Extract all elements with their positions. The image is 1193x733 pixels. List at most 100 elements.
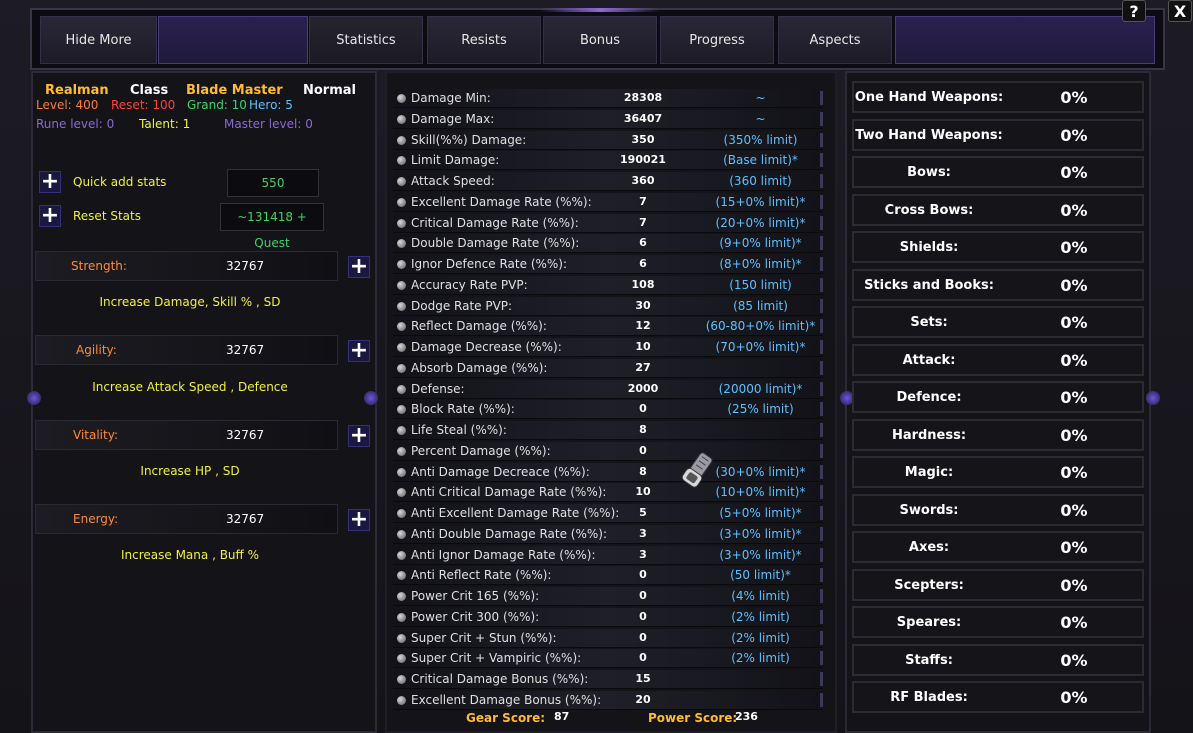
strength-plus-button[interactable]: + bbox=[348, 256, 370, 278]
weapon-bonus-row: Shields: 0% bbox=[852, 231, 1144, 263]
strength-description: Increase Damage, Skill % , SD bbox=[99, 295, 281, 309]
stat-detail-value: 6 bbox=[639, 236, 647, 250]
stat-detail-row: Super Crit + Stun (%%): 0 (2% limit) bbox=[393, 628, 823, 648]
stat-detail-value: 108 bbox=[631, 277, 655, 291]
row-edge bbox=[820, 443, 823, 458]
character-name: Realman bbox=[45, 83, 109, 98]
stat-detail-row: Anti Double Damage Rate (%%): 3 (3+0% limi… bbox=[393, 524, 823, 544]
stat-detail-label: Excellent Damage Bonus (%%): bbox=[411, 692, 602, 707]
bullet-icon bbox=[397, 363, 406, 373]
stat-detail-value: 2000 bbox=[627, 381, 659, 395]
weapon-bonus-value: 0% bbox=[1060, 313, 1088, 332]
weapon-bonus-value: 0% bbox=[1060, 125, 1088, 145]
class-label: Class bbox=[130, 83, 169, 98]
tab-aspects[interactable]: Aspects bbox=[778, 16, 892, 64]
weapon-bonus-row: Hardness: 0% bbox=[852, 418, 1144, 451]
stat-detail-row: Percent Damage (%%): 0 bbox=[393, 441, 823, 461]
row-edge bbox=[820, 91, 823, 105]
stat-detail-row: Anti Reflect Rate (%%): 0 (50 limit)* bbox=[393, 566, 823, 586]
weapon-bonus-row: Sticks and Books: 0% bbox=[852, 268, 1144, 301]
vitality-plus-button[interactable]: + bbox=[348, 425, 370, 447]
bullet-icon bbox=[397, 675, 406, 684]
tab-progress[interactable]: Progress bbox=[660, 16, 774, 64]
stat-detail-limit: (70+0% limit)* bbox=[715, 340, 806, 354]
stat-detail-row: Reflect Damage (%%): 12 (60-80+0% limit)* bbox=[393, 317, 823, 337]
weapon-bonus-label: Scepters: bbox=[894, 577, 964, 593]
stat-detail-limit: (25% limit) bbox=[727, 402, 794, 417]
stat-detail-label: Absorb Damage (%%): bbox=[411, 360, 548, 375]
bullet-icon bbox=[397, 260, 406, 269]
stat-detail-limit: (5+0% limit)* bbox=[719, 506, 802, 520]
help-button[interactable]: ? bbox=[1122, 0, 1146, 22]
stat-detail-limit: (150 limit) bbox=[729, 277, 792, 292]
weapon-bonus-label: Magic: bbox=[904, 465, 954, 480]
stat-detail-label: Anti Damage Decreace (%%): bbox=[411, 464, 590, 479]
bullet-icon bbox=[397, 488, 406, 498]
bullet-icon bbox=[397, 467, 406, 477]
tab-resists[interactable]: Resists bbox=[427, 16, 541, 64]
tab-spacer bbox=[895, 16, 1155, 64]
stat-detail-row: Block Rate (%%): 0 (25% limit) bbox=[393, 400, 823, 420]
row-edge bbox=[820, 402, 823, 417]
stat-detail-limit: (15+0% limit)* bbox=[715, 194, 806, 209]
tab-statistics[interactable]: Statistics bbox=[309, 16, 423, 64]
close-button[interactable]: X bbox=[1168, 0, 1192, 22]
quick-add-plus-button[interactable]: + bbox=[39, 171, 61, 193]
energy-description: Increase Mana , Buff % bbox=[120, 548, 260, 562]
reset-stats-plus-button[interactable]: + bbox=[39, 205, 61, 227]
weapon-bonus-label: Shields: bbox=[899, 240, 959, 255]
bullet-icon bbox=[397, 197, 406, 207]
row-edge bbox=[820, 464, 823, 479]
stat-detail-limit: (50 limit)* bbox=[730, 568, 791, 583]
tab-bonus[interactable]: Bonus bbox=[543, 16, 657, 64]
stat-detail-value: 0 bbox=[639, 402, 647, 416]
row-edge bbox=[820, 111, 823, 126]
quick-add-input[interactable]: 550 bbox=[227, 169, 319, 197]
stat-detail-limit: (8+0% limit)* bbox=[719, 257, 802, 271]
stat-detail-label: Block Rate (%%): bbox=[411, 402, 515, 417]
stat-detail-value: 20 bbox=[635, 692, 651, 706]
energy-bar: Energy: 32767 bbox=[35, 504, 338, 534]
weapon-bonus-value: 0% bbox=[1060, 613, 1088, 632]
stat-detail-label: Attack Speed: bbox=[411, 174, 495, 188]
power-score-value: 236 bbox=[735, 710, 758, 723]
stat-detail-label: Anti Ignor Damage Rate (%%): bbox=[411, 547, 596, 562]
grand-text: Grand: 10 bbox=[187, 98, 247, 112]
stat-detail-value: 190021 bbox=[620, 153, 666, 167]
stat-detail-value: 0 bbox=[639, 568, 647, 582]
stat-detail-label: Damage Max: bbox=[411, 111, 495, 126]
stat-detail-value: 0 bbox=[639, 589, 647, 602]
stat-detail-value: 28308 bbox=[623, 91, 663, 104]
energy-label: Energy: bbox=[73, 512, 119, 526]
gear-score-value: 87 bbox=[554, 710, 570, 723]
stat-detail-label: Damage Min: bbox=[411, 91, 491, 105]
stat-detail-row: Anti Excellent Damage Rate (%%): 5 (5+0% l… bbox=[393, 504, 823, 523]
weapon-bonus-label: Staffs: bbox=[905, 652, 953, 668]
character-panel bbox=[31, 71, 377, 733]
stat-detail-label: Double Damage Rate (%%): bbox=[411, 236, 580, 251]
hide-more-button[interactable]: Hide More bbox=[40, 16, 157, 64]
bullet-icon bbox=[397, 156, 406, 166]
vitality-bar: Vitality: 32767 bbox=[35, 420, 338, 450]
quick-add-label: Quick add stats bbox=[73, 175, 167, 189]
stat-detail-row: Power Crit 165 (%%): 0 (4% limit) bbox=[393, 587, 823, 606]
stat-detail-row: Ignor Defence Rate (%%): 6 (8+0% limit)* bbox=[393, 255, 823, 274]
bullet-icon bbox=[397, 446, 406, 456]
agility-label: Agility: bbox=[76, 343, 117, 357]
energy-plus-button[interactable]: + bbox=[348, 509, 370, 531]
weapon-bonus-row: Scepters: 0% bbox=[852, 568, 1144, 601]
agility-plus-button[interactable]: + bbox=[348, 340, 370, 362]
vitality-label: Vitality: bbox=[73, 428, 118, 442]
stat-detail-value: 10 bbox=[635, 340, 651, 353]
stat-detail-value: 0 bbox=[639, 630, 647, 644]
stat-detail-limit: (3+0% limit)* bbox=[719, 547, 802, 562]
weapon-bonus-label: Defence: bbox=[896, 390, 962, 405]
stat-detail-value: 36407 bbox=[623, 111, 663, 125]
row-edge bbox=[820, 277, 823, 292]
stat-detail-limit: (2% limit) bbox=[731, 630, 790, 645]
weapon-bonus-label: Two Hand Weapons: bbox=[855, 127, 1003, 143]
stat-detail-value: 5 bbox=[639, 506, 647, 519]
stat-detail-value: 360 bbox=[631, 174, 655, 187]
stat-detail-label: Accuracy Rate PVP: bbox=[411, 277, 528, 292]
stat-detail-limit: ~ bbox=[755, 91, 766, 105]
